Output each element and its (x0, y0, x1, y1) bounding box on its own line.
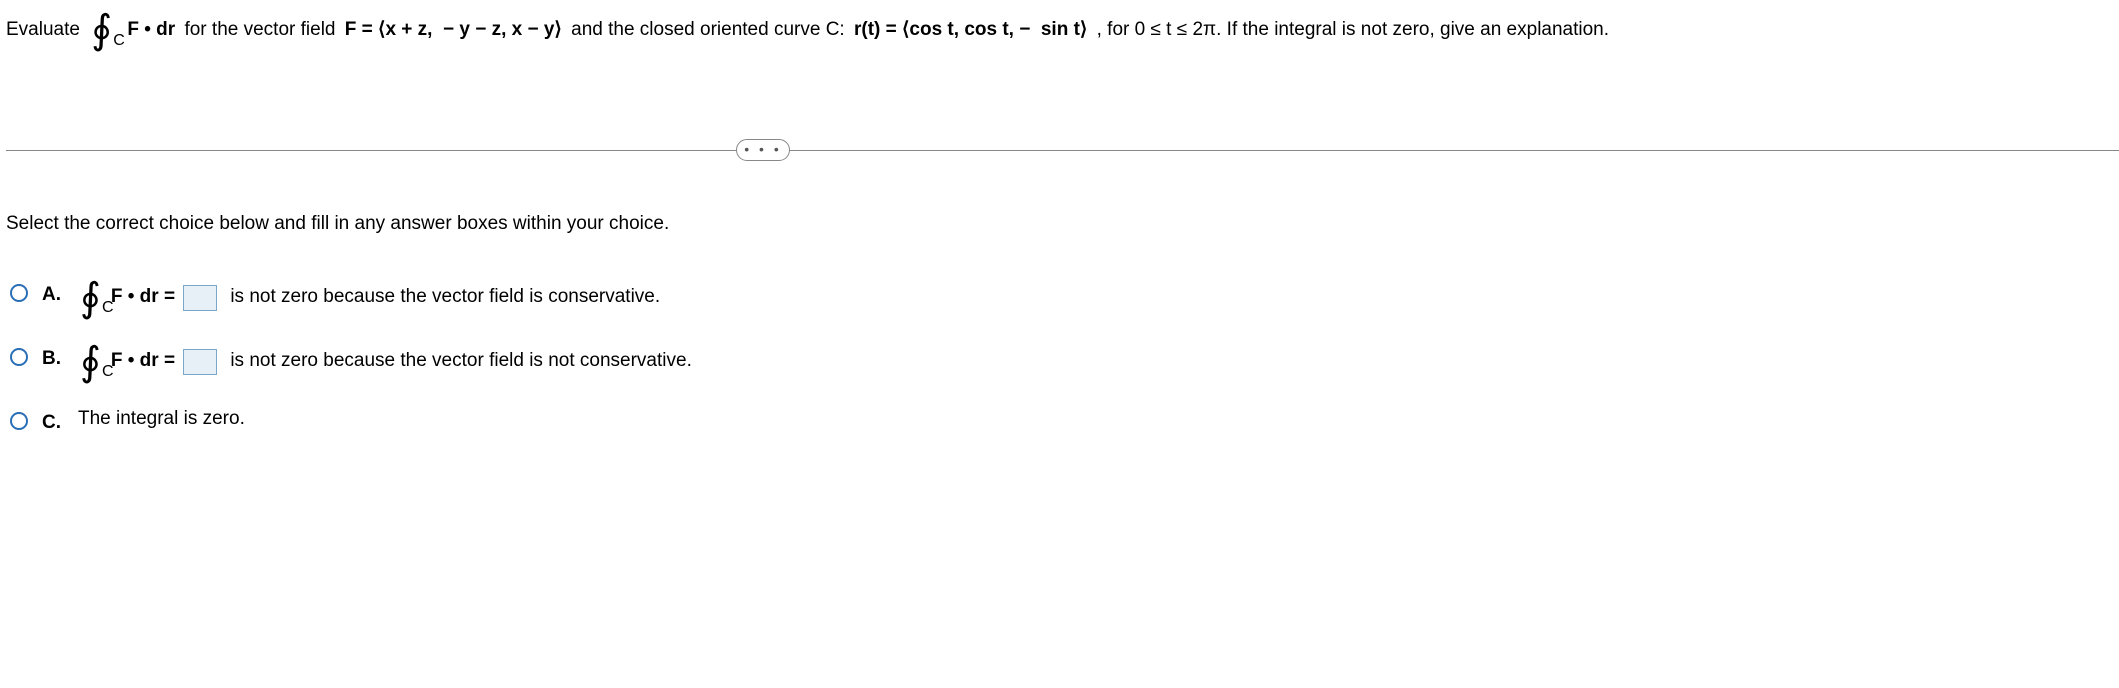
radio-b[interactable] (10, 348, 28, 366)
vector-field: F = ⟨x + z, − y − z, x − y⟩ (345, 17, 562, 44)
choice-c: C. The integral is zero. (10, 406, 2119, 437)
question-text: Evaluate ∮ C F • dr for the vector field… (6, 10, 2119, 50)
divider: • • • (6, 150, 2119, 151)
f-dot-dr: F • dr = (111, 284, 175, 311)
choice-list: A. ∮ C F • dr = is not zero because the … (6, 278, 2119, 437)
f-dot-dr: F • dr (127, 17, 175, 44)
choice-c-text: The integral is zero. (78, 406, 245, 433)
choice-c-body: The integral is zero. (78, 406, 245, 433)
choice-b-body: ∮ C F • dr = is not zero because the vec… (78, 342, 692, 382)
contour-integral-symbol: ∮ C (80, 278, 101, 318)
radio-a[interactable] (10, 284, 28, 302)
answer-box-a[interactable] (183, 285, 217, 311)
expand-button[interactable]: • • • (736, 139, 790, 161)
instruction-text: Select the correct choice below and fill… (6, 211, 2119, 238)
contour-integral-symbol: ∮ C (91, 10, 112, 50)
choice-c-label: C. (42, 406, 64, 437)
choice-b-text: is not zero because the vector field is … (225, 348, 692, 375)
choice-b: B. ∮ C F • dr = is not zero because the … (10, 342, 2119, 382)
choice-a-label: A. (42, 278, 64, 309)
radio-c[interactable] (10, 412, 28, 430)
choice-a-text: is not zero because the vector field is … (225, 284, 660, 311)
question-lead: Evaluate (6, 17, 85, 44)
answer-box-b[interactable] (183, 349, 217, 375)
curve-equation: r(t) = ⟨cos t, cos t, − sin t⟩ (854, 17, 1087, 44)
choice-a: A. ∮ C F • dr = is not zero because the … (10, 278, 2119, 318)
contour-integral-symbol: ∮ C (80, 342, 101, 382)
choice-a-body: ∮ C F • dr = is not zero because the vec… (78, 278, 660, 318)
dots-icon: • • • (744, 140, 781, 160)
choice-b-label: B. (42, 342, 64, 373)
f-dot-dr: F • dr = (111, 348, 175, 375)
